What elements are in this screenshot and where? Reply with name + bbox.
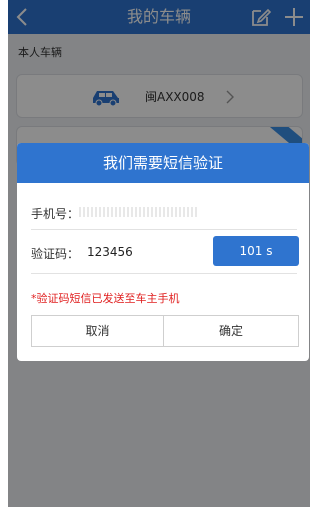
sms-sent-notice: *验证码短信已发送至车主手机 [31,292,180,305]
phone-number-masked [79,207,197,217]
verification-code-input[interactable]: 123456 [87,245,133,259]
dialog-title: 我们需要短信验证 [17,143,309,183]
cancel-button[interactable]: 取消 [31,315,164,347]
phone-screen: 我的车辆 本人车辆 闽AXX008 我们需要短信验证 手机号： 验证码： 123… [8,0,310,507]
confirm-button[interactable]: 确定 [164,315,299,347]
sms-verification-dialog: 我们需要短信验证 手机号： 验证码： 123456 101 s *验证码短信已发… [17,143,309,361]
divider [31,273,297,274]
phone-label: 手机号： [31,207,80,221]
code-label: 验证码： [31,247,80,261]
resend-countdown-button[interactable]: 101 s [213,236,299,266]
divider [31,229,297,230]
